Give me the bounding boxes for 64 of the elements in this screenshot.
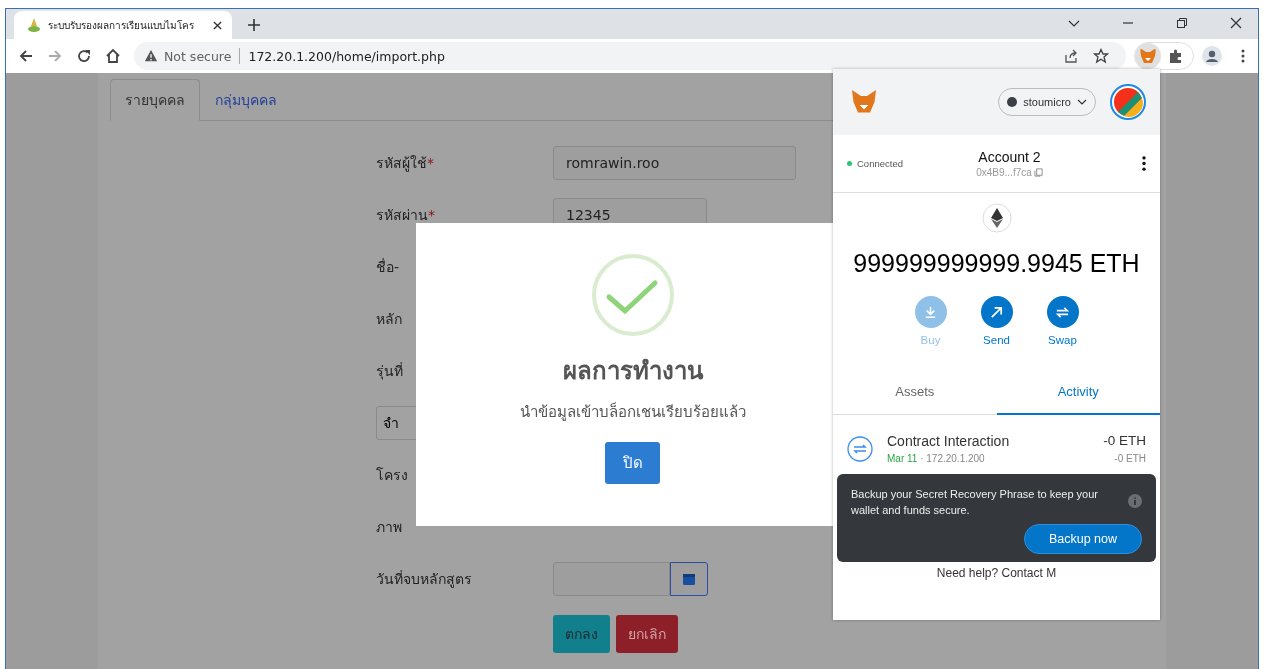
wallet-action-button[interactable]: Send [972,296,1021,346]
tab[interactable]: Activity [996,372,1160,415]
download-icon [923,304,938,320]
puzzle-icon[interactable] [1168,48,1184,64]
field-label: หลัก [376,310,403,329]
form-button[interactable]: ตกลง [553,615,610,653]
tab-title: ระบบรับรองผลการเรียนแบบไมโคร [48,18,195,33]
transaction-title: Contract Interaction [887,433,1011,449]
restore-icon[interactable] [1176,17,1188,29]
help-text: Need help? Contact M [936,566,1057,580]
close-button[interactable]: ปิด [605,442,660,484]
balance-amount: 999999999999.9945 ETH [853,249,1140,278]
address-bar[interactable]: Not secure 172.20.1.200/home/import.php [134,42,1126,70]
more-icon[interactable] [1142,156,1146,171]
backup-button[interactable]: Backup now [1023,524,1142,554]
transaction-date: Mar 11 [887,453,918,464]
field-label: รหัสผ่าน* [376,206,436,225]
field-label: รุ่นที่ [376,361,404,382]
tab[interactable]: รายบุคคล [110,79,200,121]
account-name: Account 2 [978,149,1041,165]
copy-icon [1033,168,1043,177]
close-icon[interactable] [213,20,222,30]
fox-icon[interactable] [1135,43,1161,69]
field-label: ภาพ [376,518,403,537]
dialog-message: นำข้อมูลเข้าบล็อกเชนเรียบร้อยแล้ว [519,401,746,423]
form-button[interactable]: ยกเลิก [616,615,678,653]
reload-icon[interactable] [76,48,92,64]
checkmark-icon [590,253,675,337]
connection-status: Connected [847,158,937,169]
account-address[interactable]: 0x4B9...f7ca [976,167,1043,178]
network-selector[interactable]: stoumicro [998,88,1096,116]
share-icon[interactable] [1063,48,1079,64]
back-arrow-icon[interactable] [18,48,34,64]
field-label: วันที่จบหลักสูตร [376,569,473,590]
warning-icon [144,49,158,63]
new-tab-icon[interactable] [248,19,260,31]
profile-icon[interactable] [1202,46,1222,66]
security-label: Not secure [164,48,232,64]
input-field[interactable]: romrawin.roo [553,146,796,180]
wallet-action-button[interactable]: Swap [1038,296,1087,346]
field-label: รหัสผู้ใช้* [376,154,435,174]
backup-message: Backup your Secret Recovery Phrase to keep your wallet and funds secure. [851,487,1099,518]
star-icon[interactable] [1093,48,1109,64]
home-icon[interactable] [105,48,121,64]
tab[interactable]: Assets [833,372,997,415]
close-icon[interactable] [1230,17,1242,29]
calendar-icon [682,572,696,586]
ethereum-icon [981,203,1012,233]
date-field[interactable] [553,562,670,596]
transaction-amount: -0 ETH [1103,433,1146,448]
arrow-up-right-icon [989,304,1004,320]
account-avatar-icon[interactable] [1110,84,1146,120]
browser-tab[interactable]: ระบบรับรองผลการเรียนแบบไมโคร [14,11,232,39]
emblem-icon [26,17,42,33]
calendar-button[interactable] [670,562,708,596]
chevron-down-icon [1077,97,1087,107]
swap-icon [847,435,873,462]
tab[interactable]: กลุ่มบุคคล [200,79,292,121]
url-text: 172.20.1.200/home/import.php [248,48,445,64]
field-label: ชื่อ- [376,257,401,277]
transaction-origin: · 172.20.1.200 [920,453,985,464]
field-label: โครง [376,466,409,485]
transaction-subamount: -0 ETH [1114,453,1146,464]
dialog-title: ผลการทำงาน [562,356,703,387]
